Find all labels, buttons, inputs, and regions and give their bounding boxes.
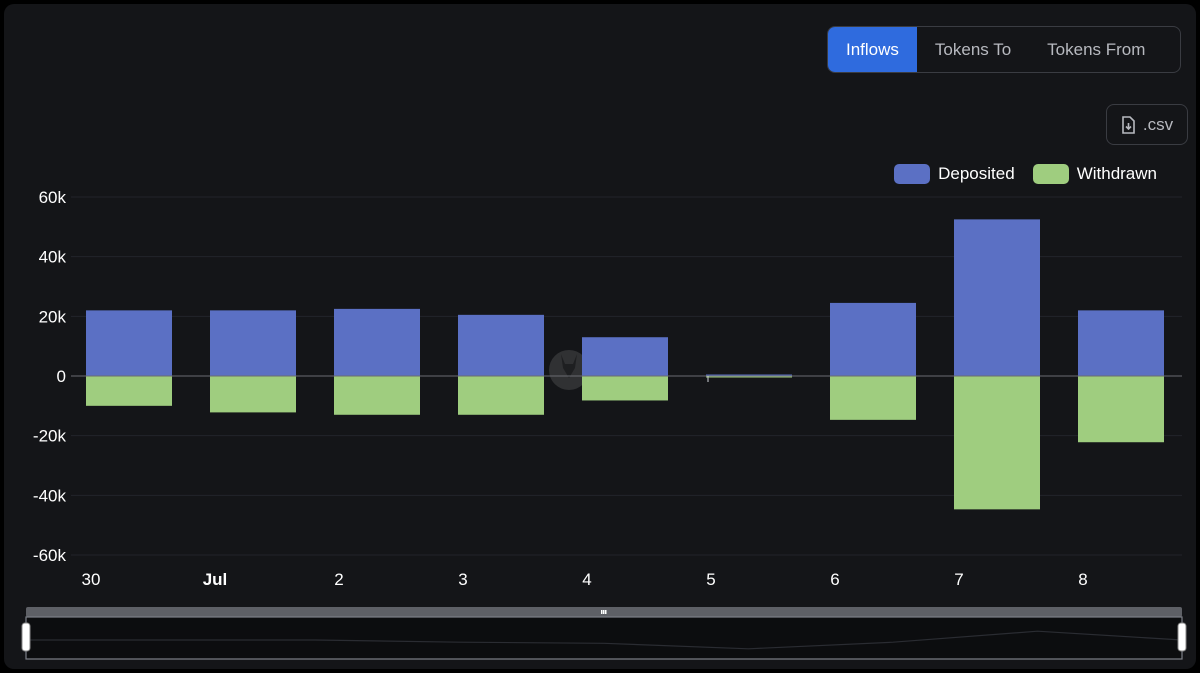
y-tick-label: 60k (39, 188, 67, 207)
bar-withdrawn-6[interactable] (830, 376, 916, 420)
bar-deposited-3[interactable] (458, 314, 544, 376)
slider-grip-icon[interactable] (601, 610, 603, 614)
y-tick-label: 20k (39, 307, 67, 326)
slider-grip-icon[interactable] (603, 610, 605, 614)
x-tick-label: 5 (706, 570, 715, 589)
bar-deposited-6[interactable] (830, 302, 916, 376)
x-tick-label: 3 (458, 570, 467, 589)
x-tick-label: 30 (82, 570, 101, 589)
bar-deposited-8[interactable] (1078, 310, 1164, 376)
y-tick-label: -40k (33, 486, 67, 505)
bar-deposited-30[interactable] (86, 310, 172, 376)
zoom-handle-left[interactable] (21, 622, 31, 652)
bar-chart: 60k 40k 20k 0 -20k -40k -60k 30 Jul 2 3 4 5 6 7 8 (21, 188, 1187, 660)
bar-deposited-4[interactable] (582, 337, 668, 376)
bar-deposited-2[interactable] (334, 308, 420, 376)
bar-withdrawn-7[interactable] (954, 376, 1040, 510)
bar-withdrawn-8[interactable] (1078, 376, 1164, 443)
bar-withdrawn-3[interactable] (458, 376, 544, 415)
x-tick-label: 4 (582, 570, 591, 589)
x-tick-label: 2 (334, 570, 343, 589)
zoom-window[interactable] (25, 616, 1183, 660)
x-tick-label: 7 (954, 570, 963, 589)
bar-withdrawn-2[interactable] (334, 376, 420, 415)
bar-deposited-7[interactable] (954, 219, 1040, 376)
bar-deposited-jul[interactable] (210, 310, 296, 376)
bar-withdrawn-30[interactable] (86, 376, 172, 406)
y-tick-label: 40k (39, 248, 67, 267)
y-tick-label: -20k (33, 427, 67, 446)
x-tick-label: 8 (1078, 570, 1087, 589)
y-tick-label: -60k (33, 546, 67, 565)
zoom-handle-right[interactable] (1177, 622, 1187, 652)
x-tick-label: 6 (830, 570, 839, 589)
chart-panel: Inflows Tokens To Tokens From .csv Depos… (4, 4, 1196, 669)
slider-grip-icon[interactable] (605, 610, 607, 614)
x-tick-label: Jul (203, 570, 228, 589)
bar-withdrawn-4[interactable] (582, 376, 668, 401)
y-tick-label: 0 (57, 367, 66, 386)
bar-withdrawn-jul[interactable] (210, 376, 296, 413)
